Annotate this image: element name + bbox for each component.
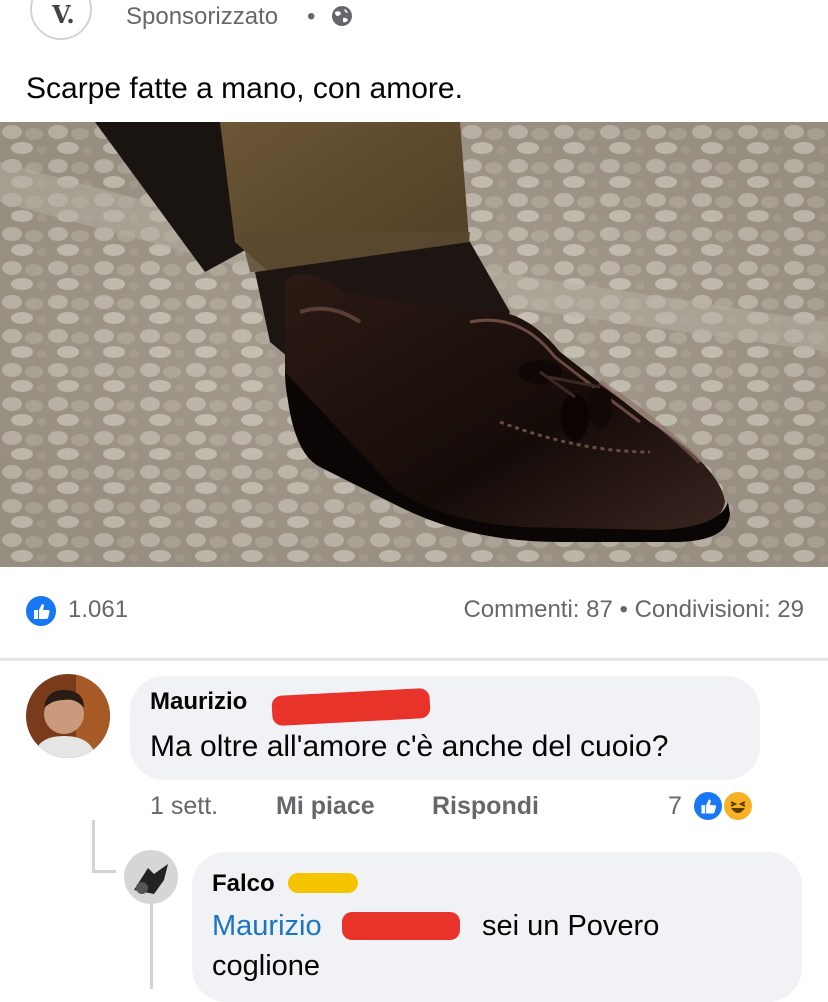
reply-author[interactable]: Falco <box>212 870 275 898</box>
haha-face-glyph <box>730 801 746 813</box>
falco-avatar-image <box>124 850 178 904</box>
avatar[interactable] <box>26 674 110 758</box>
post-caption: Scarpe fatte a mano, con amore. <box>26 72 463 105</box>
like-count[interactable]: 1.061 <box>68 596 128 624</box>
page-avatar[interactable]: V. <box>30 0 92 40</box>
haha-icon <box>722 790 754 822</box>
shoe-photo <box>0 122 828 567</box>
separator-dot: • <box>307 3 316 30</box>
divider <box>0 658 828 661</box>
reply-mention[interactable]: Maurizio <box>212 910 322 943</box>
post-header: V. Sponsorizzato • <box>0 0 828 40</box>
post-stats: 1.061 Commenti: 87 • Condivisioni: 29 <box>0 568 828 658</box>
thumbs-up-glyph <box>701 799 717 814</box>
maurizio-avatar-image <box>26 674 110 758</box>
comment-time[interactable]: 1 sett. <box>150 792 218 821</box>
comment-text: Ma oltre all'amore c'è anche del cuoio? <box>150 730 669 763</box>
comments-shares-count[interactable]: Commenti: 87 • Condivisioni: 29 <box>463 596 804 624</box>
page-initial: V. <box>52 0 75 29</box>
mention-redaction <box>342 912 460 940</box>
reply-text-line1: sei un Povero <box>482 910 660 942</box>
reaction-count[interactable]: 7 <box>668 792 682 821</box>
reply-button[interactable]: Rispondi <box>432 792 539 821</box>
post-photo[interactable] <box>0 122 828 567</box>
reply-thread-line <box>92 820 95 872</box>
reply-text-line2: coglione <box>212 950 321 982</box>
like-button[interactable]: Mi piace <box>276 792 375 821</box>
sponsored-label[interactable]: Sponsorizzato <box>126 3 278 31</box>
like-icon <box>692 790 724 822</box>
globe-icon <box>332 6 352 26</box>
reply-thread-branch <box>92 870 116 873</box>
avatar[interactable] <box>124 850 178 904</box>
thumbs-up-glyph <box>34 604 50 619</box>
name-redaction-yellow <box>288 873 358 893</box>
like-icon[interactable] <box>24 594 58 628</box>
comment-author[interactable]: Maurizio <box>150 688 247 716</box>
